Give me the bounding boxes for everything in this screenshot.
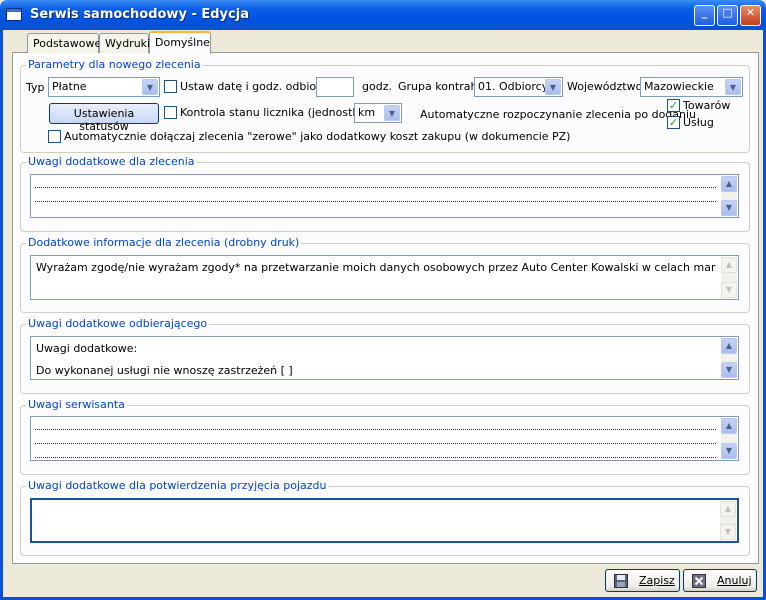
chevron-down-icon: ▼ (725, 79, 741, 95)
memo4-textarea[interactable]: ▲ ▼ (30, 416, 739, 461)
tab-domyslne[interactable]: Domyślne (149, 31, 211, 54)
cancel-label: Anuluj (717, 574, 752, 587)
chevron-down-icon: ▼ (384, 105, 400, 121)
save-label: Zapisz (639, 574, 675, 587)
scroll-down-icon[interactable]: ▼ (721, 443, 737, 459)
scroll-up-icon[interactable]: ▲ (721, 176, 737, 192)
tab-podstawowe[interactable]: Podstawowe (27, 33, 101, 53)
cancel-button[interactable]: Anuluj (683, 569, 757, 592)
params-group-title: Parametry dla nowego zlecenia (26, 58, 203, 71)
hours-input[interactable] (316, 77, 354, 97)
auto-start-label: Automatyczne rozpoczynanie zlecenia po d… (420, 108, 697, 121)
scroll-up-icon[interactable]: ▲ (721, 418, 737, 434)
memo5-title: Uwagi dodatkowe dla potwierdzenia przyję… (26, 479, 329, 492)
app-window-icon (6, 8, 22, 21)
maximize-button[interactable]: □ (717, 5, 738, 26)
cancel-x-icon (692, 574, 706, 588)
grupa-label: Grupa kontrah. (398, 80, 481, 93)
memo1-textarea[interactable]: ▲ ▼ (30, 174, 739, 218)
counter-label: Kontrola stanu licznika (jednostka) (180, 106, 370, 119)
chevron-down-icon: ▼ (142, 79, 158, 95)
window-title: Serwis samochodowy - Edycja (30, 7, 249, 22)
woj-label: Województwo (567, 80, 643, 93)
memo3-textarea[interactable]: Uwagi dodatkowe: Do wykonanej usługi nie… (30, 336, 739, 380)
towarow-label: Towarów (683, 99, 731, 112)
scroll-down-icon[interactable]: ▼ (721, 362, 737, 378)
zero-orders-label: Automatycznie dołączaj zlecenia "zerowe"… (64, 130, 571, 143)
uslug-label: Usług (683, 116, 714, 129)
memo3-line1: Uwagi dodatkowe: (36, 342, 138, 355)
scroll-down-icon[interactable]: ▼ (721, 200, 737, 216)
memo3-scrollbar[interactable]: ▲ ▼ (721, 338, 737, 378)
zero-orders-checkbox[interactable] (48, 130, 61, 143)
counter-unit-select[interactable]: km ▼ (354, 103, 402, 123)
memo2-scrollbar[interactable]: ▲ ▼ (721, 257, 737, 298)
scroll-up-icon[interactable]: ▲ (720, 501, 736, 517)
memo4-title: Uwagi serwisanta (26, 398, 127, 411)
window-frame-left (0, 30, 3, 600)
memo4-scrollbar[interactable]: ▲ ▼ (721, 418, 737, 459)
scroll-up-icon[interactable]: ▲ (721, 338, 737, 354)
scroll-down-icon[interactable]: ▼ (721, 282, 737, 298)
towarow-checkbox[interactable]: ✓ (667, 99, 680, 112)
typ-label: Typ (26, 81, 45, 94)
memo1-title: Uwagi dodatkowe dla zlecenia (26, 155, 197, 168)
set-date-checkbox[interactable] (164, 80, 177, 93)
close-button[interactable]: ✕ (740, 5, 761, 26)
tab-wydruki[interactable]: Wydruki (99, 33, 150, 53)
typ-select[interactable]: Płatne ▼ (48, 77, 160, 97)
set-date-label: Ustaw datę i godz. odbioru (180, 80, 328, 93)
save-button[interactable]: Zapisz (605, 569, 680, 592)
memo3-title: Uwagi dodatkowe odbierającego (26, 317, 210, 330)
grupa-select[interactable]: 01. Odbiorcy ▼ (474, 77, 563, 97)
scroll-down-icon[interactable]: ▼ (720, 524, 736, 540)
hours-unit-label: godz. (362, 80, 392, 93)
uslug-checkbox[interactable]: ✓ (667, 116, 680, 129)
memo5-textarea[interactable]: ▲ ▼ (30, 498, 739, 543)
woj-select[interactable]: Mazowieckie ▼ (640, 77, 743, 97)
memo2-title: Dodatkowe informacje dla zlecenia (drobn… (26, 236, 302, 249)
memo2-textarea[interactable]: Wyrażam zgodę/nie wyrażam zgody* na prze… (30, 255, 739, 300)
memo2-text: Wyrażam zgodę/nie wyrażam zgody* na prze… (36, 261, 716, 274)
memo3-line2: Do wykonanej usługi nie wnoszę zastrzeże… (36, 364, 293, 377)
minimize-button[interactable]: _ (694, 5, 715, 26)
memo1-scrollbar[interactable]: ▲ ▼ (721, 176, 737, 216)
memo5-scrollbar[interactable]: ▲ ▼ (720, 501, 736, 540)
floppy-disk-icon (614, 574, 628, 588)
counter-checkbox[interactable] (164, 106, 177, 119)
scroll-up-icon[interactable]: ▲ (721, 257, 737, 273)
chevron-down-icon: ▼ (545, 79, 561, 95)
status-settings-button[interactable]: Ustawienia statusów (49, 103, 159, 133)
